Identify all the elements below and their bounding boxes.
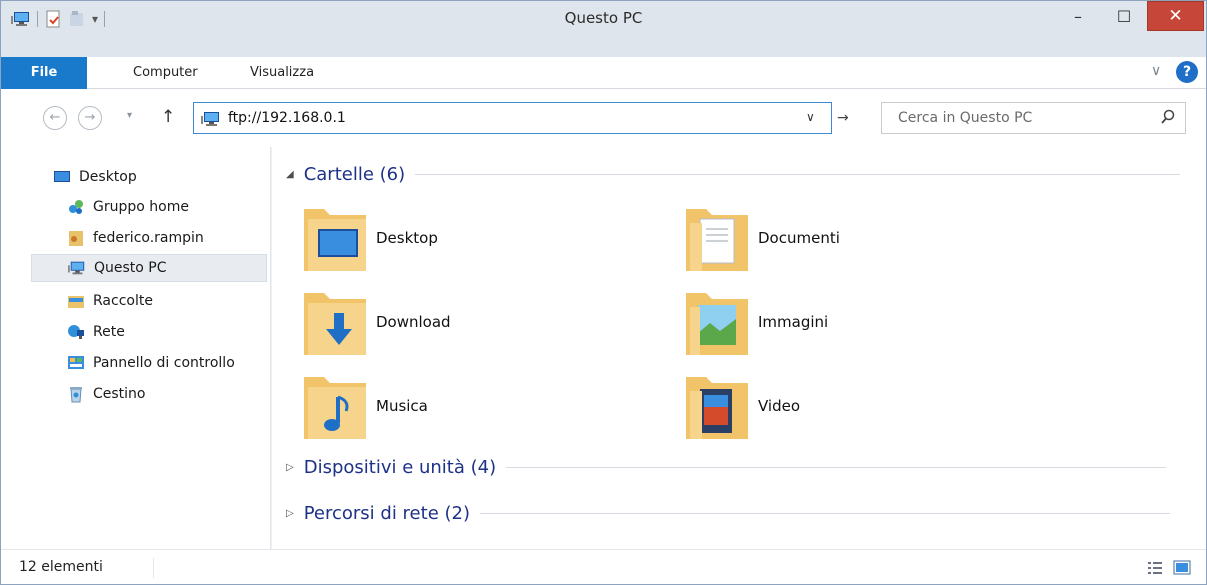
folder-label: Desktop — [376, 229, 438, 247]
folder-label: Immagini — [758, 313, 829, 331]
sidebar-item-this-pc[interactable]: Questo PC — [31, 254, 267, 282]
maximize-button[interactable]: ☐ — [1101, 1, 1147, 31]
sidebar-item-label: Rete — [93, 324, 125, 340]
group-divider — [479, 513, 1170, 514]
status-divider — [153, 558, 154, 578]
documents-folder-icon — [686, 209, 748, 271]
group-header-folders[interactable]: ◢ Cartelle (6) — [286, 164, 1181, 185]
address-input[interactable]: ftp://192.168.0.1 — [228, 110, 346, 126]
control-panel-icon — [68, 356, 84, 369]
videos-folder-icon — [686, 377, 748, 439]
sidebar-item-label: Raccolte — [93, 293, 153, 309]
downloads-folder-icon — [304, 293, 366, 355]
sidebar-item-label: Questo PC — [94, 260, 167, 276]
computer-icon — [68, 261, 85, 275]
folder-tile-documents[interactable]: Documenti — [680, 199, 980, 279]
tab-file[interactable]: File — [1, 57, 87, 89]
forward-button[interactable]: → — [78, 106, 102, 130]
expand-triangle-icon[interactable]: ▷ — [286, 508, 294, 519]
ribbon-expand-icon[interactable]: ∨ — [1151, 63, 1161, 79]
pictures-folder-icon — [686, 293, 748, 355]
tab-view[interactable]: Visualizza — [250, 57, 314, 89]
network-icon — [68, 325, 84, 339]
sidebar-item-homegroup[interactable]: Gruppo home — [67, 193, 267, 221]
folder-tile-pictures[interactable]: Immagini — [680, 283, 980, 363]
content-pane: ◢ Cartelle (6) Desktop Documenti Downloa… — [272, 147, 1206, 549]
minimize-button[interactable]: – — [1055, 1, 1101, 31]
sidebar-item-label: Pannello di controllo — [93, 355, 235, 371]
up-button[interactable]: ↑ — [161, 107, 175, 127]
title-bar: ▾ Questo PC – ☐ ✕ — [1, 1, 1206, 57]
group-divider — [415, 174, 1181, 175]
address-dropdown-icon[interactable]: ∨ — [806, 110, 815, 124]
music-folder-icon — [304, 377, 366, 439]
search-box[interactable]: Cerca in Questo PC — [881, 102, 1186, 134]
folder-tile-videos[interactable]: Video — [680, 367, 980, 447]
expand-triangle-icon[interactable]: ▷ — [286, 462, 294, 473]
homegroup-icon — [69, 200, 83, 214]
sidebar-item-recycle-bin[interactable]: Cestino — [67, 380, 267, 408]
ribbon-tabs: File Computer Visualizza ∨ ? — [1, 57, 1206, 89]
close-button[interactable]: ✕ — [1147, 1, 1204, 31]
search-icon[interactable] — [1160, 109, 1176, 125]
address-bar[interactable]: ftp://192.168.0.1 ∨ — [193, 102, 832, 134]
go-icon[interactable]: → — [837, 110, 849, 126]
folder-label: Documenti — [758, 229, 840, 247]
group-header-devices[interactable]: ▷ Dispositivi e unità (4) — [286, 457, 1167, 478]
large-icons-view-icon[interactable] — [1173, 560, 1191, 576]
group-title: Dispositivi e unità (4) — [303, 457, 497, 478]
sidebar-item-libraries[interactable]: Raccolte — [67, 287, 267, 315]
computer-icon — [201, 112, 219, 126]
explorer-window: ▾ Questo PC – ☐ ✕ File Computer Visualiz… — [0, 0, 1207, 585]
navigation-bar: ← → ▾ ↑ ftp://192.168.0.1 ∨ → Cerca in Q… — [1, 89, 1206, 147]
recent-locations-icon[interactable]: ▾ — [127, 110, 132, 121]
status-bar: 12 elementi — [1, 549, 1206, 584]
tab-computer[interactable]: Computer — [133, 57, 198, 89]
user-folder-icon — [69, 231, 83, 246]
sidebar-item-user[interactable]: federico.rampin — [67, 224, 267, 252]
sidebar-item-label: federico.rampin — [93, 230, 204, 246]
desktop-folder-icon — [304, 209, 366, 271]
group-divider — [506, 467, 1167, 468]
sidebar-item-control-panel[interactable]: Pannello di controllo — [67, 349, 267, 377]
sidebar-item-desktop[interactable]: Desktop — [53, 163, 289, 191]
folder-label: Musica — [376, 397, 428, 415]
item-count: 12 elementi — [19, 559, 103, 575]
libraries-icon — [68, 296, 84, 308]
sidebar-item-label: Gruppo home — [93, 199, 189, 215]
folder-label: Video — [758, 397, 801, 415]
folder-tile-music[interactable]: Musica — [298, 367, 598, 447]
back-button[interactable]: ← — [43, 106, 67, 130]
folder-tile-downloads[interactable]: Download — [298, 283, 598, 363]
recycle-bin-icon — [70, 387, 82, 403]
sidebar-item-label: Cestino — [93, 386, 146, 402]
group-header-network-locations[interactable]: ▷ Percorsi di rete (2) — [286, 503, 1170, 524]
collapse-triangle-icon[interactable]: ◢ — [286, 169, 294, 180]
search-input[interactable]: Cerca in Questo PC — [898, 110, 1032, 126]
details-view-icon[interactable] — [1147, 560, 1163, 576]
navigation-pane: Desktop Gruppo home federico.rampin Ques… — [1, 147, 271, 549]
desktop-icon — [54, 171, 70, 182]
group-title: Percorsi di rete (2) — [303, 503, 470, 524]
help-icon[interactable]: ? — [1176, 61, 1198, 83]
folder-label: Download — [376, 313, 451, 331]
sidebar-item-network[interactable]: Rete — [67, 318, 267, 346]
folder-tile-desktop[interactable]: Desktop — [298, 199, 598, 279]
group-title: Cartelle (6) — [303, 164, 406, 185]
sidebar-item-label: Desktop — [79, 169, 137, 185]
window-title: Questo PC — [564, 9, 643, 27]
